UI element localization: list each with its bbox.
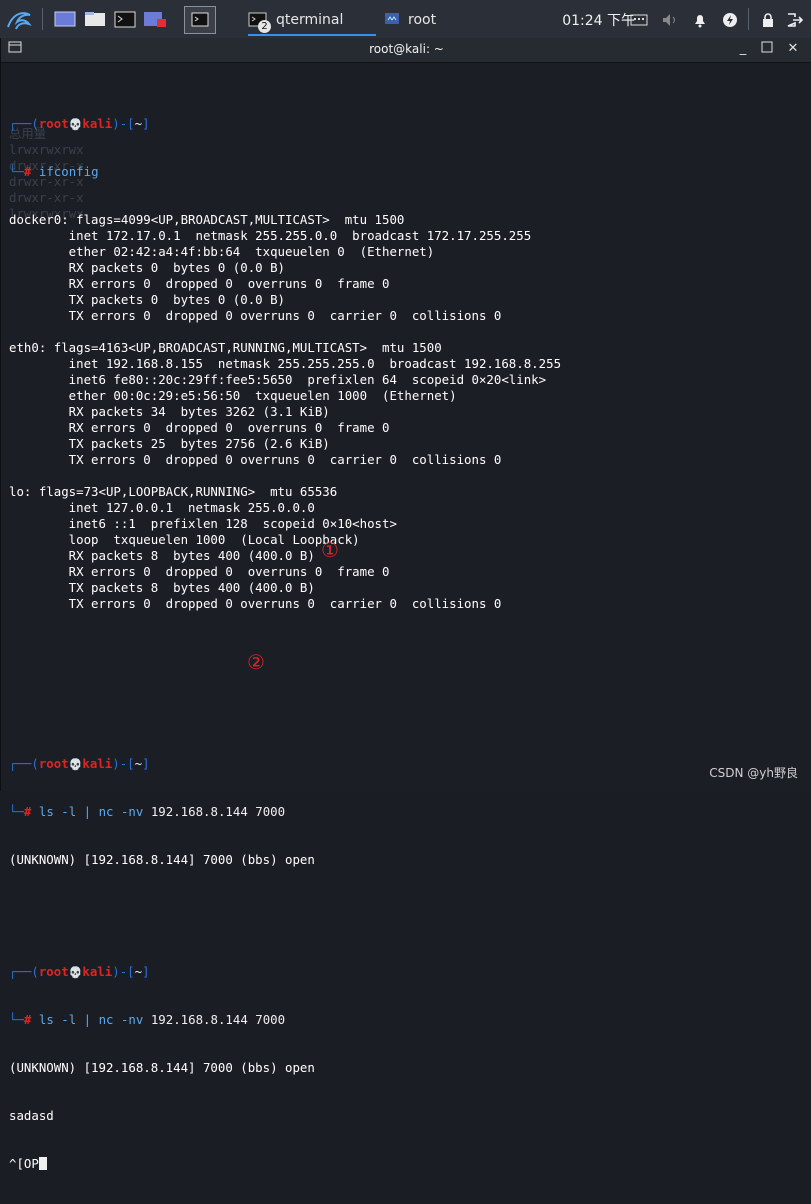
ifconfig-line: TX errors 0 dropped 0 overruns 0 carrier… [9,596,502,611]
ifconfig-line: TX packets 25 bytes 2756 (2.6 KiB) [9,436,330,451]
terminal-output[interactable]: ┌──(root💀kali)-[~] └─# ifconfig docker0:… [9,68,809,1171]
close-button[interactable]: ✕ [785,41,801,57]
bell-icon[interactable] [691,11,709,29]
ifconfig-line: ether 00:0c:29:e5:56:50 txqueuelen 1000 … [9,388,457,403]
ifconfig-line: inet6 fe80::20c:29ff:fee5:5650 prefixlen… [9,372,547,387]
ifconfig-line: RX errors 0 dropped 0 overruns 0 frame 0 [9,276,390,291]
ifconfig-line: RX packets 8 bytes 400 (400.0 B) [9,548,315,563]
nc-output-2: (UNKNOWN) [192.168.8.144] 7000 (bbs) ope… [9,1060,315,1075]
ifconfig-line: TX packets 0 bytes 0 (0.0 B) [9,292,286,307]
kali-menu-icon[interactable] [4,6,34,32]
ifconfig-line: lo: flags=73<UP,LOOPBACK,RUNNING> mtu 65… [9,484,338,499]
ifconfig-line: RX packets 34 bytes 3262 (3.1 KiB) [9,404,330,419]
annotation-marker-1: ① [321,538,339,562]
ifconfig-line: TX errors 0 dropped 0 overruns 0 carrier… [9,452,502,467]
typed-text-1: sadasd [9,1108,54,1123]
show-desktop-icon[interactable] [50,6,80,32]
task-root-folder[interactable]: root [384,6,504,34]
clock[interactable]: 01:24 下午 [562,10,635,30]
command-line-3: └─# ls -l | nc -nv 192.168.8.144 7000 [9,1012,286,1027]
ifconfig-line: loop txqueuelen 1000 (Local Loopback) [9,532,360,547]
folder-icon [384,11,400,29]
task-label: root [408,12,437,28]
nc-command: ls -l | nc -nv 192.168.8.144 7000 [38,1012,286,1027]
annotation-marker-2: ② [247,650,265,674]
workspace-switcher-icon[interactable] [184,6,216,34]
keyboard-icon[interactable] [630,11,648,29]
text-cursor [38,1157,47,1170]
ifconfig-line: eth0: flags=4163<UP,BROADCAST,RUNNING,MU… [9,340,442,355]
screen-recorder-icon[interactable] [140,6,170,32]
prompt-line-3: ┌──(root💀kali)-[~] [9,964,150,979]
taskbar: 2 qterminal root 01:24 下午 [0,0,811,39]
prompt-line-2: ┌──(root💀kali)-[~] [9,756,150,771]
power-icon[interactable] [721,11,739,29]
ifconfig-output: docker0: flags=4099<UP,BROADCAST,MULTICA… [9,212,809,612]
task-qterminal[interactable]: 2 qterminal [248,6,376,36]
command-line-1: └─# ifconfig [9,164,99,179]
maximize-button[interactable] [759,41,775,57]
tray-separator [748,8,749,30]
terminal-launcher-icon[interactable] [110,6,140,32]
file-manager-icon[interactable] [80,6,110,32]
terminal-window: root@kali: ~ _ ✕ 总用量 lrwxrwxrwx drwxr-xr… [0,38,811,1171]
ifconfig-line: inet 127.0.0.1 netmask 255.0.0.0 [9,500,315,515]
window-title: root@kali: ~ [369,42,444,56]
ifconfig-line: inet6 ::1 prefixlen 128 scopeid 0×10<hos… [9,516,397,531]
task-label: qterminal [276,12,344,28]
lock-icon[interactable] [759,11,777,29]
nc-command: ls -l | nc -nv 192.168.8.144 7000 [38,804,286,819]
prompt-line-1: ┌──(root💀kali)-[~] [9,116,150,131]
minimize-button[interactable]: _ [735,41,751,57]
ifconfig-line: docker0: flags=4099<UP,BROADCAST,MULTICA… [9,212,405,227]
command-line-2: └─# ls -l | nc -nv 192.168.8.144 7000 [9,804,286,819]
task-badge: 2 [258,20,271,33]
ifconfig-line: inet 172.17.0.1 netmask 255.255.0.0 broa… [9,228,532,243]
window-titlebar[interactable]: root@kali: ~ _ ✕ [1,38,811,63]
volume-icon[interactable] [661,11,679,29]
ifconfig-line: RX errors 0 dropped 0 overruns 0 frame 0 [9,564,390,579]
ifconfig-line: inet 192.168.8.155 netmask 255.255.255.0… [9,356,562,371]
watermark: CSDN @yh野良 [709,766,798,780]
ifconfig-line [9,468,809,484]
ifconfig-line: RX errors 0 dropped 0 overruns 0 frame 0 [9,420,390,435]
ifconfig-line [9,324,809,340]
nc-output-1: (UNKNOWN) [192.168.8.144] 7000 (bbs) ope… [9,852,315,867]
ifconfig-line: TX errors 0 dropped 0 overruns 0 carrier… [9,308,502,323]
logout-icon[interactable] [786,11,804,29]
ifconfig-line: ether 02:42:a4:4f:bb:64 txqueuelen 0 (Et… [9,244,435,259]
taskbar-separator [42,8,43,30]
ifconfig-line: TX packets 8 bytes 400 (400.0 B) [9,580,315,595]
ifconfig-line: RX packets 0 bytes 0 (0.0 B) [9,260,286,275]
typed-text-2: ^[OP [9,1156,809,1172]
terminal-icon: 2 [248,11,271,33]
